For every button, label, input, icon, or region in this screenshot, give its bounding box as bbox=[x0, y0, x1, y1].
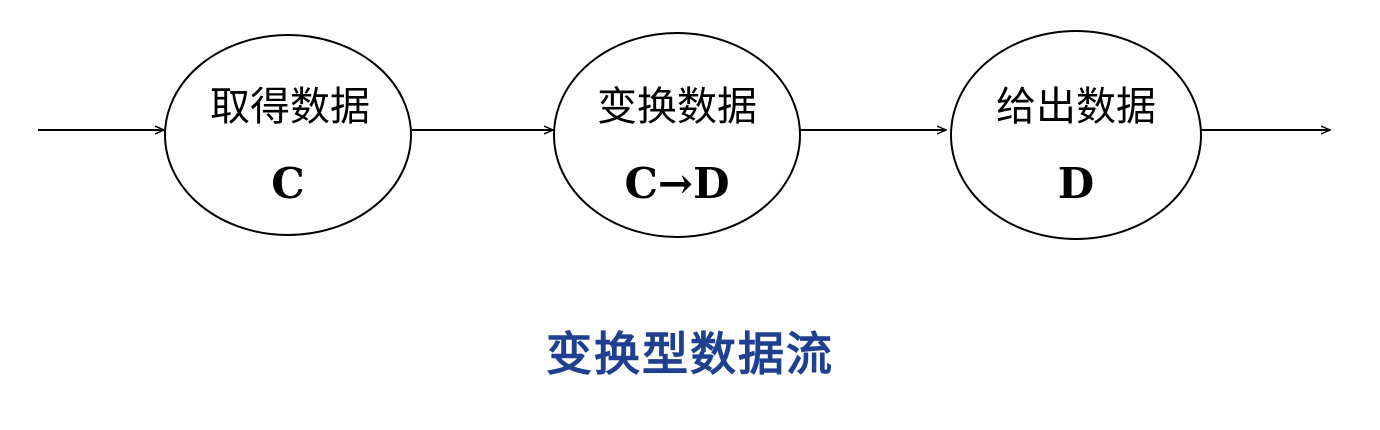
node-output-data: 给出数据 D bbox=[950, 30, 1202, 240]
node-variable: D bbox=[1058, 159, 1094, 208]
node-title: 给出数据 bbox=[996, 84, 1156, 130]
node-get-data: 取得数据 C bbox=[164, 34, 412, 236]
node-title: 变换数据 bbox=[597, 84, 757, 130]
diagram-caption: 变换型数据流 bbox=[546, 327, 834, 381]
node-variable: C bbox=[271, 159, 304, 208]
dataflow-diagram: 取得数据 C 变换数据 C→D 给出数据 D bbox=[38, 30, 1380, 240]
node-title: 取得数据 bbox=[210, 84, 370, 130]
node-variable: C→D bbox=[624, 159, 729, 208]
node-transform-data: 变换数据 C→D bbox=[553, 32, 801, 238]
